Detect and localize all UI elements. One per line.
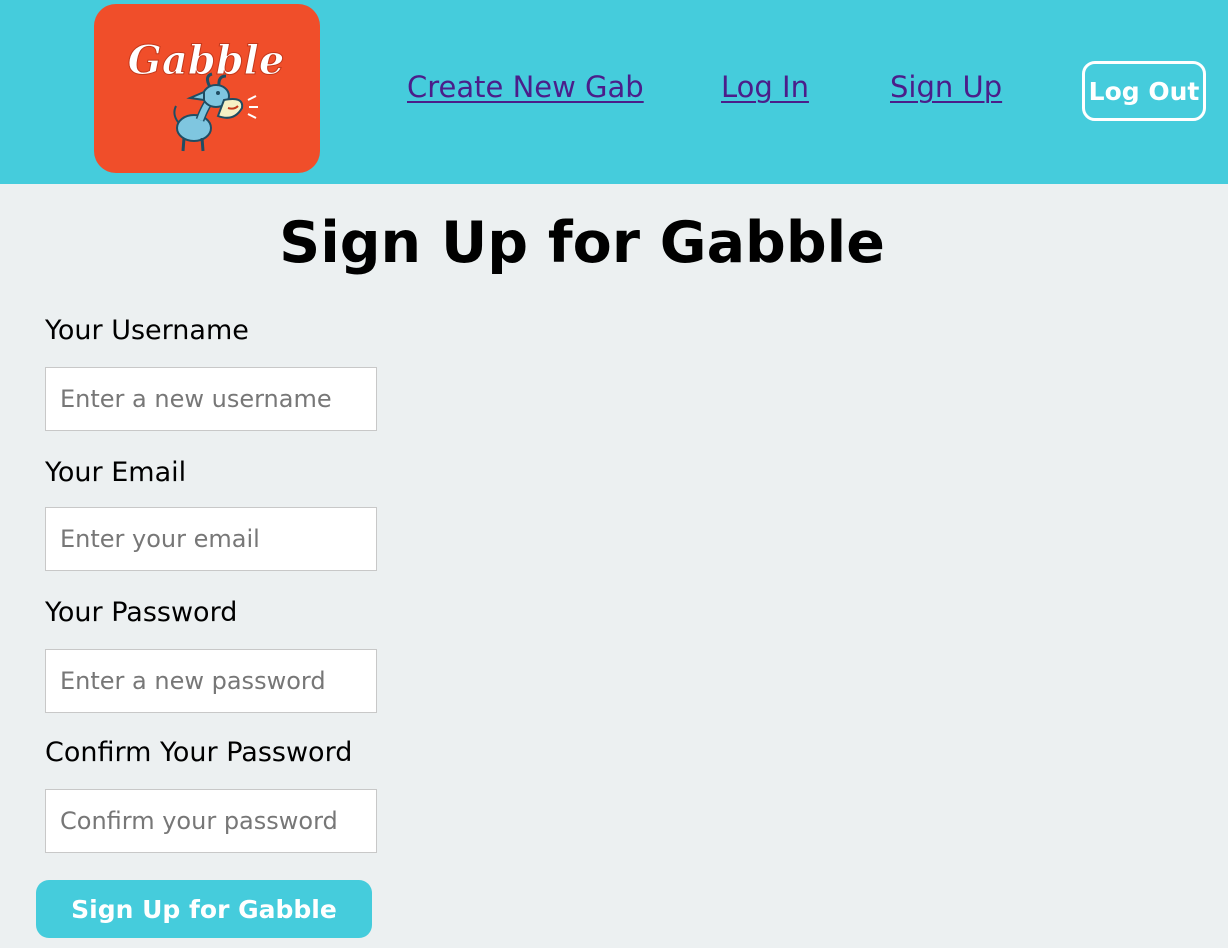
nav-log-in-link[interactable]: Log In bbox=[721, 70, 809, 104]
username-input[interactable] bbox=[45, 367, 377, 431]
site-header: Gabble Create New Gab Log In Sign Up Log… bbox=[0, 0, 1228, 184]
username-label: Your Username bbox=[45, 315, 249, 346]
log-out-button[interactable]: Log Out bbox=[1082, 61, 1206, 121]
nav-create-new-gab-link[interactable]: Create New Gab bbox=[407, 70, 644, 104]
email-label: Your Email bbox=[45, 457, 187, 488]
logo-wordmark: Gabble bbox=[128, 37, 285, 84]
password-label: Your Password bbox=[45, 597, 238, 628]
sign-up-submit-button[interactable]: Sign Up for Gabble bbox=[36, 880, 372, 938]
page-title: Sign Up for Gabble bbox=[279, 210, 885, 276]
nav-sign-up-link[interactable]: Sign Up bbox=[890, 70, 1002, 104]
goat-mascot-icon: Gabble bbox=[127, 37, 285, 152]
confirm-password-input[interactable] bbox=[45, 789, 377, 853]
gabble-logo[interactable]: Gabble bbox=[94, 4, 320, 173]
password-input[interactable] bbox=[45, 649, 377, 713]
email-input[interactable] bbox=[45, 507, 377, 571]
confirm-password-label: Confirm Your Password bbox=[45, 737, 353, 768]
